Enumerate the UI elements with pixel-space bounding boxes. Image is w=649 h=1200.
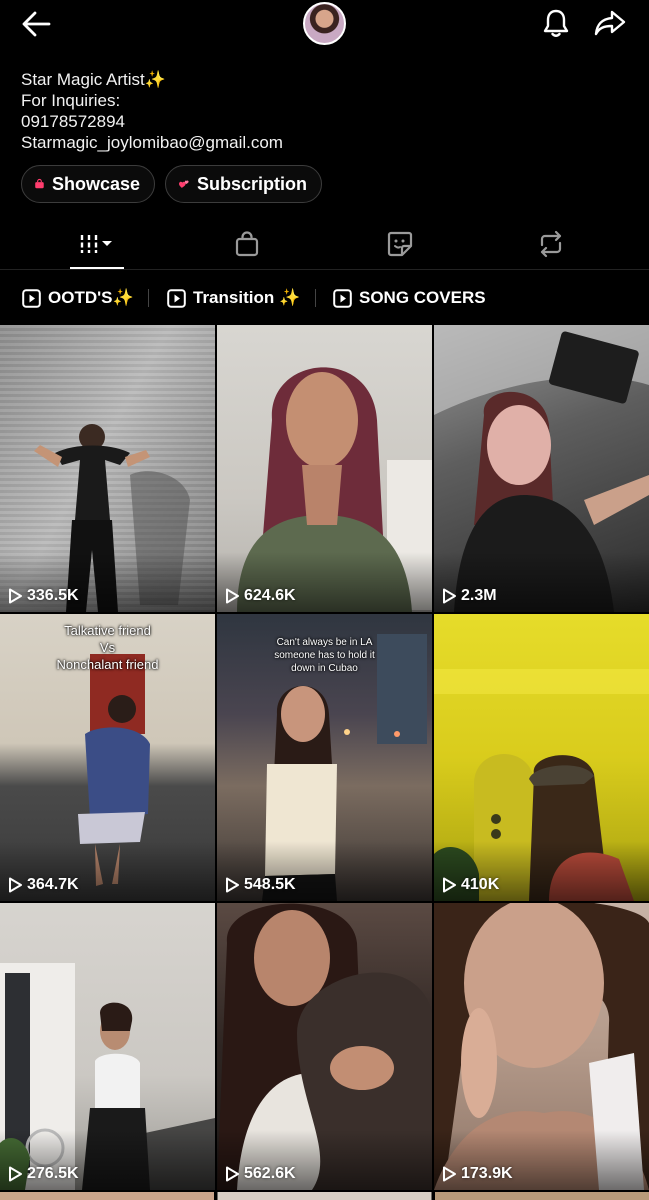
view-count-text: 173.9K [461, 1165, 513, 1182]
tab-shop[interactable] [207, 218, 287, 270]
video-thumbnail[interactable]: Talkative friend Vs Nonchalant friend 36… [0, 614, 215, 901]
view-count: 2.3M [442, 587, 497, 605]
play-icon [443, 877, 456, 893]
tab-reposts[interactable] [511, 218, 591, 270]
video-thumbnail[interactable]: 173.9K [434, 903, 649, 1190]
view-count: 548.5K [225, 876, 296, 894]
video-thumbnail[interactable]: Can't always be in LA someone has to hol… [217, 614, 432, 901]
play-icon [9, 877, 22, 893]
divider [315, 289, 316, 307]
play-square-icon [22, 288, 41, 308]
view-count-text: 548.5K [244, 876, 296, 893]
play-icon [226, 588, 239, 604]
bio-line[interactable]: 09178572894 [21, 111, 621, 132]
subscription-label: Subscription [196, 173, 307, 194]
play-icon [443, 1166, 456, 1182]
video-thumbnail[interactable]: 336.5K [0, 325, 215, 612]
playlist-label: OOTD'S✨ [48, 288, 134, 307]
bio-line: For Inquiries: [21, 91, 121, 110]
shopping-bag-icon [235, 231, 259, 257]
playlist-item[interactable]: Transition ✨ [167, 285, 300, 311]
video-thumbnail[interactable]: 624.6K [217, 325, 432, 612]
view-count: 624.6K [225, 587, 296, 605]
playlist-bar: OOTD'S✨ Transition ✨ SONG COVERS [0, 271, 649, 325]
play-square-icon [167, 288, 186, 308]
play-icon [226, 877, 239, 893]
bell-icon [543, 9, 569, 37]
view-count: 364.7K [8, 876, 79, 894]
shopping-bag-icon [35, 178, 44, 189]
video-thumbnail[interactable]: 276.5K [0, 903, 215, 1190]
view-count-text: 364.7K [27, 876, 79, 893]
profile-tabs [0, 218, 649, 270]
video-caption: Talkative friend Vs Nonchalant friend [56, 623, 159, 672]
hearts-icon [179, 180, 189, 188]
video-thumbnail[interactable]: 410K [434, 614, 649, 901]
divider [148, 289, 149, 307]
play-icon [226, 1166, 239, 1182]
next-row-peek [0, 1192, 649, 1200]
arrow-left-icon [22, 11, 51, 37]
view-count-text: 562.6K [244, 1165, 296, 1182]
profile-bio: Star Magic Artist✨ For Inquiries: 091785… [21, 69, 621, 153]
view-count-text: 336.5K [27, 587, 79, 604]
view-count: 410K [442, 876, 499, 894]
video-caption: Can't always be in LA someone has to hol… [274, 637, 375, 674]
view-count: 173.9K [442, 1165, 513, 1183]
video-thumbnail[interactable]: 562.6K [217, 903, 432, 1190]
tab-videos[interactable] [57, 218, 137, 270]
playlist-label: Transition ✨ [193, 288, 301, 307]
share-button[interactable] [590, 4, 630, 42]
playlist-item[interactable]: SONG COVERS [333, 285, 486, 311]
bio-line[interactable]: Starmagic_joylomibao@gmail.com [21, 132, 621, 153]
view-count-text: 624.6K [244, 587, 296, 604]
grid-dropdown-icon [80, 235, 112, 253]
subscription-button[interactable]: Subscription [165, 165, 322, 203]
showcase-button[interactable]: Showcase [21, 165, 155, 203]
play-icon [9, 1166, 22, 1182]
play-icon [9, 588, 22, 604]
notification-button[interactable] [536, 4, 576, 42]
sticker-icon [387, 231, 413, 257]
play-square-icon [333, 288, 352, 308]
repost-icon [540, 230, 562, 258]
video-grid: 336.5K 624.6K 2.3M Talkative friend Vs N… [0, 325, 649, 1200]
tab-liked[interactable] [360, 218, 440, 270]
video-thumbnail[interactable]: 2.3M [434, 325, 649, 612]
bio-line: Star Magic Artist✨ [21, 70, 166, 89]
view-count-text: 410K [461, 876, 500, 893]
top-bar [0, 0, 649, 48]
avatar[interactable] [303, 2, 346, 45]
showcase-label: Showcase [51, 173, 140, 194]
view-count-text: 276.5K [27, 1165, 79, 1182]
view-count: 276.5K [8, 1165, 79, 1183]
view-count-text: 2.3M [461, 587, 497, 604]
view-count: 562.6K [225, 1165, 296, 1183]
playlist-label: SONG COVERS [359, 288, 486, 307]
play-icon [443, 588, 456, 604]
share-arrow-icon [594, 10, 626, 36]
back-button[interactable] [14, 6, 58, 42]
playlist-item[interactable]: OOTD'S✨ [22, 285, 134, 311]
active-tab-indicator [70, 267, 124, 269]
view-count: 336.5K [8, 587, 79, 605]
